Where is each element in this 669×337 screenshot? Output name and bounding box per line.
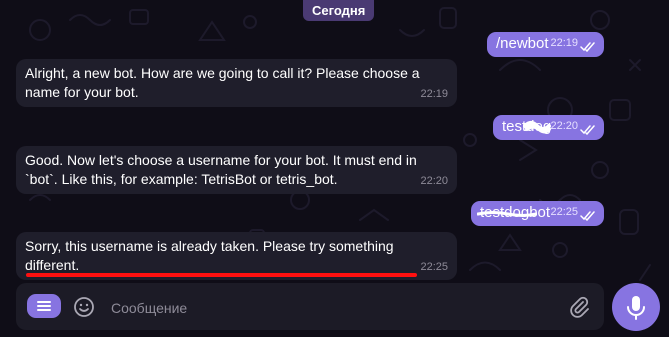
message-text: Alright, a new bot. How are we going to … [25,65,420,100]
outgoing-message[interactable]: /newbot 22:19 [487,32,604,57]
incoming-message[interactable]: Good. Now let's choose a username for yo… [16,146,457,194]
incoming-message[interactable]: Alright, a new bot. How are we going to … [16,59,457,107]
message-input[interactable] [109,283,543,332]
double-check-icon [580,42,595,52]
date-divider: Сегодня [303,0,375,21]
red-highlight-underline [26,273,417,277]
double-check-icon [580,211,595,221]
voice-record-button[interactable] [612,283,660,331]
message-time: 22:19 [420,88,448,100]
message-text: Good. Now let's choose a username for yo… [25,152,417,187]
emoji-icon[interactable] [72,295,96,319]
message-composer [16,283,604,332]
message-text: Sorry, this username is already taken. P… [25,238,394,273]
redaction-scribble [523,121,551,134]
double-check-icon [580,125,595,135]
message-time: 22:25 [420,261,448,273]
message-text: /newbot [496,35,549,52]
message-time: 22:19 [550,37,578,49]
message-time: 22:25 [550,206,578,218]
message-time: 22:20 [550,120,578,132]
paperclip-icon[interactable] [569,296,589,318]
message-time: 22:20 [420,175,448,187]
bot-menu-button[interactable] [27,294,61,318]
microphone-icon [627,296,645,320]
menu-icon [37,301,51,311]
strikethrough-scribble [477,211,537,217]
